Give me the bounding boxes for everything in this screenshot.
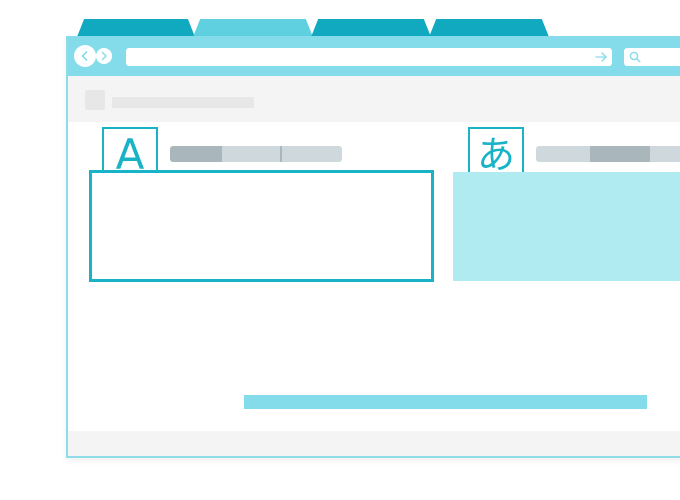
browser-tab-1[interactable] [77, 19, 195, 37]
translation-output [453, 172, 680, 281]
browser-tab-3[interactable] [311, 19, 431, 37]
search-input[interactable] [624, 48, 680, 66]
arrow-right-icon[interactable] [594, 50, 608, 64]
target-language-selector[interactable] [536, 146, 680, 162]
page-header [68, 76, 680, 122]
source-selector-divider [280, 146, 282, 162]
chevron-left-icon [81, 51, 88, 61]
page-footer [68, 431, 680, 456]
header-title-placeholder [112, 97, 254, 108]
logo-placeholder [85, 90, 105, 110]
browser-toolbar [68, 36, 680, 76]
target-language-letter: あ [476, 133, 515, 177]
source-text-input[interactable] [89, 170, 434, 282]
browser-tab-4[interactable] [429, 19, 549, 37]
translate-button[interactable] [244, 395, 647, 409]
source-selector-highlight [170, 146, 222, 162]
browser-window: A あ [66, 36, 680, 458]
target-selector-highlight [590, 146, 650, 162]
source-language-selector[interactable] [170, 146, 342, 162]
forward-button[interactable] [96, 48, 112, 64]
search-icon [629, 51, 641, 63]
chevron-right-icon [101, 51, 107, 61]
back-button[interactable] [74, 45, 96, 67]
address-bar[interactable] [126, 48, 612, 66]
browser-tab-2-active[interactable] [193, 19, 313, 37]
